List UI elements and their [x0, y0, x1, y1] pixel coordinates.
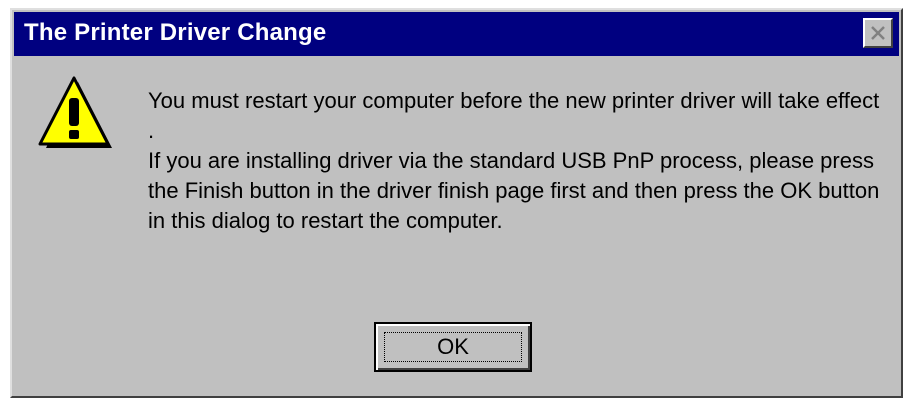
- message-text: You must restart your computer before th…: [148, 86, 888, 236]
- ok-button[interactable]: OK: [374, 322, 532, 372]
- ok-button-label: OK: [384, 332, 522, 362]
- dialog-title: The Printer Driver Change: [24, 19, 327, 46]
- warning-icon: [38, 76, 112, 148]
- close-button[interactable]: [863, 18, 893, 48]
- title-bar[interactable]: The Printer Driver Change: [14, 12, 899, 56]
- close-icon: [871, 26, 885, 40]
- message-line-restart: You must restart your computer before th…: [148, 88, 880, 143]
- message-line-usb-pnp: If you are installing driver via the sta…: [148, 148, 880, 233]
- restart-dialog: The Printer Driver Change You must resta…: [10, 8, 903, 398]
